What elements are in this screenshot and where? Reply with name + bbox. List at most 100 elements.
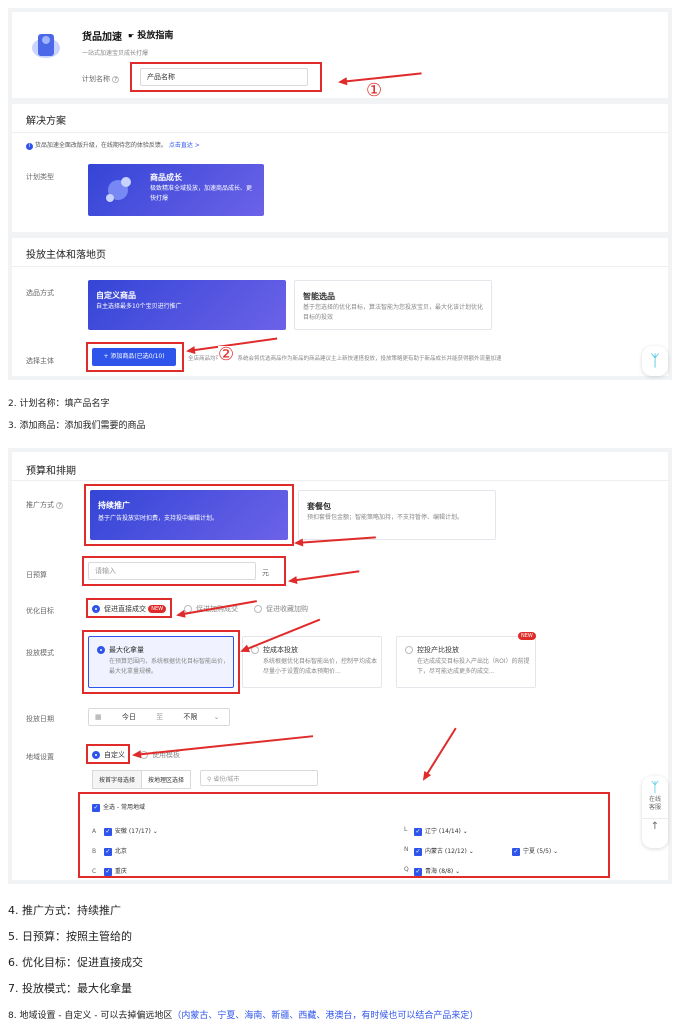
budget-section-title: 预算和排期 bbox=[26, 466, 76, 477]
notice-link[interactable]: 点击直达 > bbox=[169, 142, 200, 149]
note-step-7: 7. 投放模式：最大化拿量 bbox=[8, 982, 132, 995]
mode-card-cost[interactable]: 控成本投放 系统根据优化目标智能出价，控制平均成本尽量小于设置的成本预期价... bbox=[242, 636, 382, 688]
page-subtitle: 一站式加速宝贝成长打爆 bbox=[82, 50, 149, 57]
product-logo bbox=[26, 26, 66, 66]
assistant-widget[interactable]: ᛉ bbox=[642, 346, 668, 376]
letter-l: L bbox=[404, 826, 408, 833]
checkbox-checked-icon[interactable]: ✓ bbox=[414, 827, 422, 836]
date-end: 不限 bbox=[183, 713, 198, 721]
date-range-picker[interactable]: ▦ 今日 至 不限 ⌄ bbox=[88, 708, 230, 726]
daily-budget-input[interactable]: 请输入 bbox=[88, 562, 256, 580]
date-separator: 至 bbox=[156, 713, 164, 721]
note-8-highlight: （内蒙古、宁夏、海南、新疆、西藏、港澳台，有时候也可以结合产品来定） bbox=[172, 1011, 479, 1021]
mode-cost-title: 控成本投放 bbox=[251, 645, 298, 655]
mode-card-roi[interactable]: 控投产比投放 在达成成交目标投入产出比（ROI）的前提下，尽可能达成更多的成交.… bbox=[396, 636, 536, 688]
province-qinghai[interactable]: ✓ 青海 (8/8) ⌄ bbox=[414, 866, 460, 876]
province-liaoning[interactable]: ✓ 辽宁 (14/14) ⌄ bbox=[414, 826, 468, 836]
custom-product-card[interactable]: 自定义商品 自主选择最多10个宝贝进行推广 bbox=[88, 280, 286, 330]
region-row-b: B ✓ 北京 N ✓ 内蒙古 (12/12) ⌄ ✓ 宁夏 (5/5) ⌄ bbox=[92, 846, 592, 856]
new-badge: NEW bbox=[148, 605, 167, 613]
assistant-icon: ᛉ bbox=[650, 780, 660, 796]
promo-package-card[interactable]: 套餐包 预扣套餐包金额；智能策略加持，不支持暂停、编辑计划。 bbox=[298, 490, 496, 540]
promo-sustain-card[interactable]: 持续推广 基于广告投放实时扣费，支持投中编辑计划。 bbox=[90, 490, 288, 540]
checkbox-checked-icon[interactable]: ✓ bbox=[512, 847, 520, 856]
province-ningxia[interactable]: ✓ 宁夏 (5/5) ⌄ bbox=[512, 846, 558, 856]
annotation-number-1: ① bbox=[366, 80, 383, 101]
page-title: 货品加速 bbox=[82, 32, 122, 43]
checkbox-checked-icon[interactable]: ✓ bbox=[103, 847, 112, 856]
mode-new-badge: NEW bbox=[518, 632, 536, 640]
mode-max-desc: 在预算范围内，系统根据优化目标智能出价，最大化拿量规模。 bbox=[109, 658, 230, 675]
online-service-label: 在线客服 bbox=[648, 796, 661, 811]
plan-name-input[interactable]: 产品名称 bbox=[140, 68, 308, 86]
province-neimenggu[interactable]: ✓ 内蒙古 (12/12) ⌄ bbox=[414, 846, 474, 856]
region-setting-label: 地域设置 bbox=[26, 753, 54, 761]
checkbox-checked-icon[interactable]: ✓ bbox=[92, 803, 100, 812]
smart-select-desc: 基于您选择的优化目标，算法智能为您投放宝贝，最大化该计划优化目标的投效 bbox=[303, 304, 484, 321]
mode-radio-max[interactable] bbox=[97, 646, 105, 654]
daily-budget-label: 日预算 bbox=[26, 571, 47, 579]
letter-q: Q bbox=[404, 866, 409, 873]
checkbox-checked-icon[interactable]: ✓ bbox=[103, 827, 112, 836]
budget-unit: 元 bbox=[262, 569, 269, 577]
mode-max-title: 最大化拿量 bbox=[97, 645, 144, 655]
province-anhui[interactable]: 安徽 (17/17) bbox=[115, 828, 151, 835]
mode-cost-desc: 系统根据优化目标智能出价，控制平均成本尽量小于设置的成本预期价... bbox=[263, 658, 378, 675]
goal-option-direct[interactable]: 促进直接成交 NEW bbox=[92, 604, 167, 614]
mode-card-max[interactable]: 最大化拿量 在预算范围内，系统根据优化目标智能出价，最大化拿量规模。 bbox=[88, 636, 234, 688]
promo-method-label: 推广方式 ? bbox=[26, 500, 64, 510]
guide-link[interactable]: ☛ 投放指南 bbox=[128, 28, 173, 41]
note-8-main: 8. 地域设置 - 自定义 - 可以去掉偏远地区 bbox=[8, 1011, 173, 1021]
select-subject-hint: 全店商品均可投放，系统会将优选商品作为新品的商品建议主上新快速搭投放，投放策略更… bbox=[188, 356, 502, 362]
region-row-c: C ✓ 重庆 Q ✓ 青海 (8/8) ⌄ bbox=[92, 866, 592, 876]
note-step-8: 8. 地域设置 - 自定义 - 可以去掉偏远地区（内蒙古、宁夏、海南、新疆、西藏… bbox=[8, 1008, 478, 1021]
promo-sustain-desc: 基于广告投放实时扣费，支持投中编辑计划。 bbox=[98, 515, 219, 522]
solution-card: 解决方案 i 货品加速全面改版升级，在线期待您的体验反馈。 点击直达 > 计划类… bbox=[12, 104, 668, 232]
screenshot-budget-schedule: 预算和排期 推广方式 ? 持续推广 基于广告投放实时扣费，支持投中编辑计划。 套… bbox=[8, 448, 672, 884]
smart-select-card[interactable]: 智能选品 基于您选择的优化目标，算法智能为您投放宝贝，最大化该计划优化目标的投效 bbox=[294, 280, 492, 330]
delivery-date-label: 投放日期 bbox=[26, 715, 54, 723]
select-subject-label: 选择主体 bbox=[26, 357, 54, 365]
mode-roi-title: 控投产比投放 bbox=[405, 645, 459, 655]
province-chongqing[interactable]: 重庆 bbox=[115, 868, 127, 875]
date-start: 今日 bbox=[121, 713, 136, 721]
province-beijing[interactable]: 北京 bbox=[115, 848, 127, 855]
region-search-input[interactable]: ⚲ 省份/城市 bbox=[200, 770, 318, 786]
custom-product-title: 自定义商品 bbox=[96, 291, 136, 300]
back-to-top-icon[interactable]: ↑ bbox=[642, 818, 668, 832]
info-icon: i bbox=[26, 143, 33, 150]
region-row-a: A ✓ 安徽 (17/17) ⌄ L ✓ 辽宁 (14/14) ⌄ bbox=[92, 826, 592, 836]
subject-title: 投放主体和落地页 bbox=[26, 250, 106, 261]
letter-c: C bbox=[92, 868, 97, 875]
annotation-arrow-budget bbox=[289, 570, 360, 582]
note-step-5: 5. 日预算：按照主管给的 bbox=[8, 930, 132, 943]
chevron-down-icon[interactable]: ⌄ bbox=[153, 828, 158, 835]
region-radio-custom[interactable] bbox=[92, 751, 100, 759]
goal-option-fav[interactable]: 促进收藏加购 bbox=[254, 604, 308, 614]
add-product-button[interactable]: + 添加商品(已选0/10) bbox=[92, 348, 176, 366]
budget-card: 预算和排期 推广方式 ? 持续推广 基于广告投放实时扣费，支持投中编辑计划。 套… bbox=[12, 452, 668, 880]
product-growth-card[interactable]: 商品成长 极致精准全域投放，加速商品成长、更快打爆 bbox=[88, 164, 264, 216]
checkbox-checked-icon[interactable]: ✓ bbox=[414, 867, 422, 876]
customer-service-widget[interactable]: ᛉ 在线客服 ↑ bbox=[642, 776, 668, 848]
growth-illustration-icon bbox=[98, 170, 138, 210]
promo-package-title: 套餐包 bbox=[307, 502, 331, 511]
smart-select-title: 智能选品 bbox=[303, 292, 335, 301]
growth-card-title: 商品成长 bbox=[150, 173, 182, 182]
note-step-6: 6. 优化目标：促进直接成交 bbox=[8, 956, 143, 969]
goal-radio-fav[interactable] bbox=[254, 605, 262, 613]
region-option-custom[interactable]: 自定义 bbox=[92, 750, 125, 760]
custom-product-desc: 自主选择最多10个宝贝进行推广 bbox=[96, 303, 182, 310]
letter-b: B bbox=[92, 848, 97, 855]
chevron-down-icon: ⌄ bbox=[213, 713, 220, 721]
tab-by-letter[interactable]: 按首字母选择 bbox=[92, 770, 143, 789]
search-icon: ⚲ bbox=[207, 776, 212, 783]
goal-radio-direct[interactable] bbox=[92, 605, 100, 613]
guide-icon: ☛ bbox=[128, 32, 135, 40]
budget-divider bbox=[12, 480, 668, 481]
region-select-all[interactable]: ✓ 全选 - 常用地域 bbox=[92, 802, 145, 812]
tab-by-area[interactable]: 按地理区选择 bbox=[141, 770, 192, 789]
checkbox-checked-icon[interactable]: ✓ bbox=[414, 847, 422, 856]
mode-radio-roi[interactable] bbox=[405, 646, 413, 654]
checkbox-checked-icon[interactable]: ✓ bbox=[103, 867, 112, 876]
